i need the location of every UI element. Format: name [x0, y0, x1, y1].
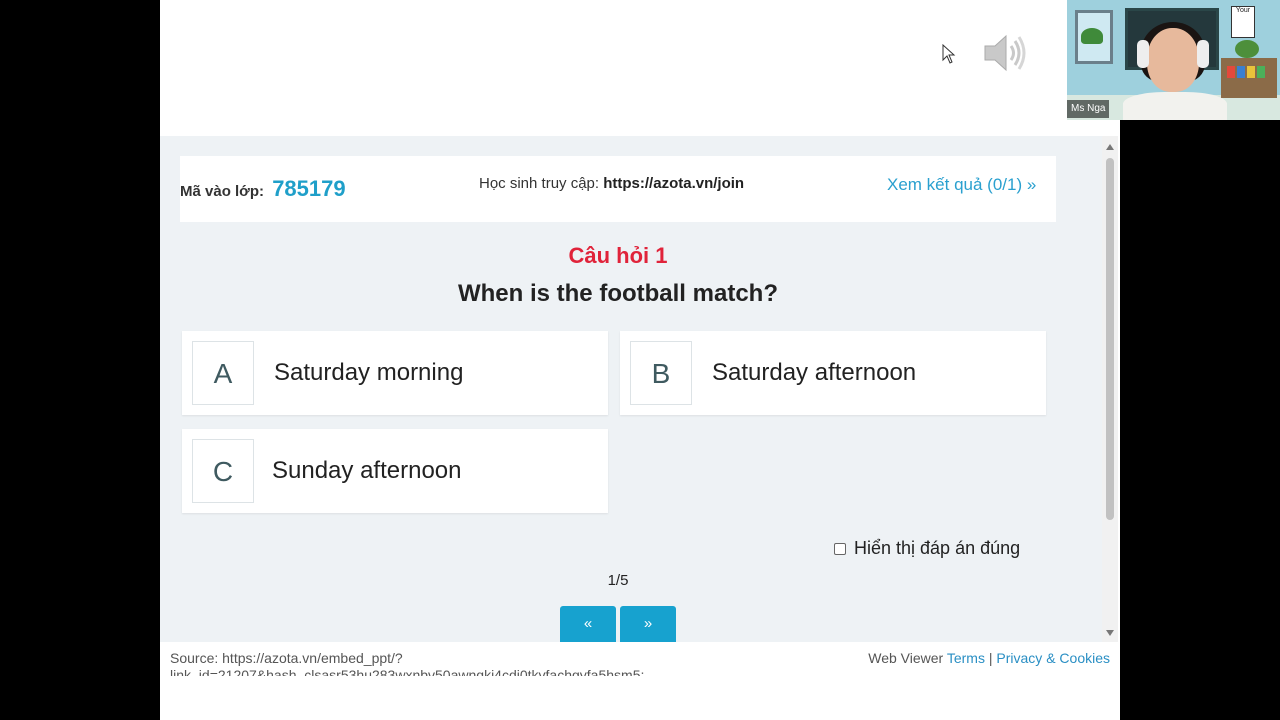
quiz-topbar: Mã vào lớp: 785179 Học sinh truy cập: ht… [180, 156, 1056, 222]
class-code-label: Mã vào lớp: [180, 183, 265, 200]
footer-separator: | [988, 650, 993, 666]
question-number: Câu hỏi 1 [568, 243, 668, 268]
option-b[interactable]: B Saturday afternoon [620, 331, 1046, 415]
source-text: Source: https://azota.vn/embed_ppt/? lin… [170, 650, 645, 676]
next-question-button[interactable]: » [620, 606, 676, 642]
webcam-poster-text: Your [1235, 7, 1251, 14]
student-access: Học sinh truy cập: https://azota.vn/join [479, 175, 744, 192]
webcam-shelf-plant [1235, 40, 1259, 58]
option-text: Saturday afternoon [712, 359, 917, 386]
privacy-cookies-link[interactable]: Privacy & Cookies [996, 650, 1110, 666]
terms-link[interactable]: Terms [947, 650, 985, 666]
option-text: Sunday afternoon [272, 457, 462, 484]
footer-links: Web Viewer Terms | Privacy & Cookies [868, 650, 1110, 666]
class-code-value: 785179 [272, 176, 346, 201]
webcam-plant [1081, 28, 1103, 44]
question-text: When is the football match? [457, 280, 778, 307]
view-results-link[interactable]: Xem kết quả (0/1) » [887, 175, 1036, 195]
scroll-up-arrow-icon[interactable] [1106, 144, 1114, 150]
option-letter: C [192, 439, 254, 503]
cursor-icon [942, 44, 956, 64]
speaker-icon[interactable] [982, 32, 1028, 74]
option-a[interactable]: A Saturday morning [182, 331, 608, 415]
embedded-quiz-frame: Mã vào lớp: 785179 Học sinh truy cập: ht… [160, 136, 1118, 642]
option-text: Saturday morning [274, 359, 464, 386]
scrollbar-thumb[interactable] [1106, 158, 1114, 520]
webcam-book [1237, 66, 1245, 78]
scroll-down-arrow-icon[interactable] [1106, 630, 1114, 636]
webcam-book [1227, 66, 1235, 78]
prev-question-button[interactable]: « [560, 606, 616, 642]
show-answer-label: Hiển thị đáp án đúng [854, 538, 1021, 558]
webcam-headphone-right [1197, 40, 1209, 68]
page-indicator: 1/5 [607, 572, 629, 589]
webcam-headphone-left [1137, 40, 1149, 68]
webcam-person-face [1147, 28, 1199, 92]
webcam-name-label: Ms Nga [1067, 100, 1110, 118]
vertical-scrollbar[interactable] [1102, 136, 1118, 642]
show-answer-toggle[interactable]: Hiển thị đáp án đúng [834, 538, 1020, 559]
option-c[interactable]: C Sunday afternoon [182, 429, 608, 513]
checkbox-icon[interactable] [834, 542, 846, 555]
student-access-url[interactable]: https://azota.vn/join [603, 175, 744, 192]
web-viewer-label: Web Viewer [868, 650, 944, 666]
option-letter: B [630, 341, 692, 405]
webcam-book [1257, 66, 1265, 78]
class-code: Mã vào lớp: 785179 [180, 176, 346, 202]
webcam-person-shirt [1123, 92, 1227, 120]
option-letter: A [192, 341, 254, 405]
webcam-shelf [1221, 58, 1277, 98]
webcam-feed: Your Ms Nga [1067, 0, 1280, 120]
student-access-label: Học sinh truy cập: [479, 175, 600, 192]
embed-footer: Source: https://azota.vn/embed_ppt/? lin… [160, 642, 1118, 676]
webcam-poster: Your [1231, 6, 1255, 38]
webcam-book [1247, 66, 1255, 78]
